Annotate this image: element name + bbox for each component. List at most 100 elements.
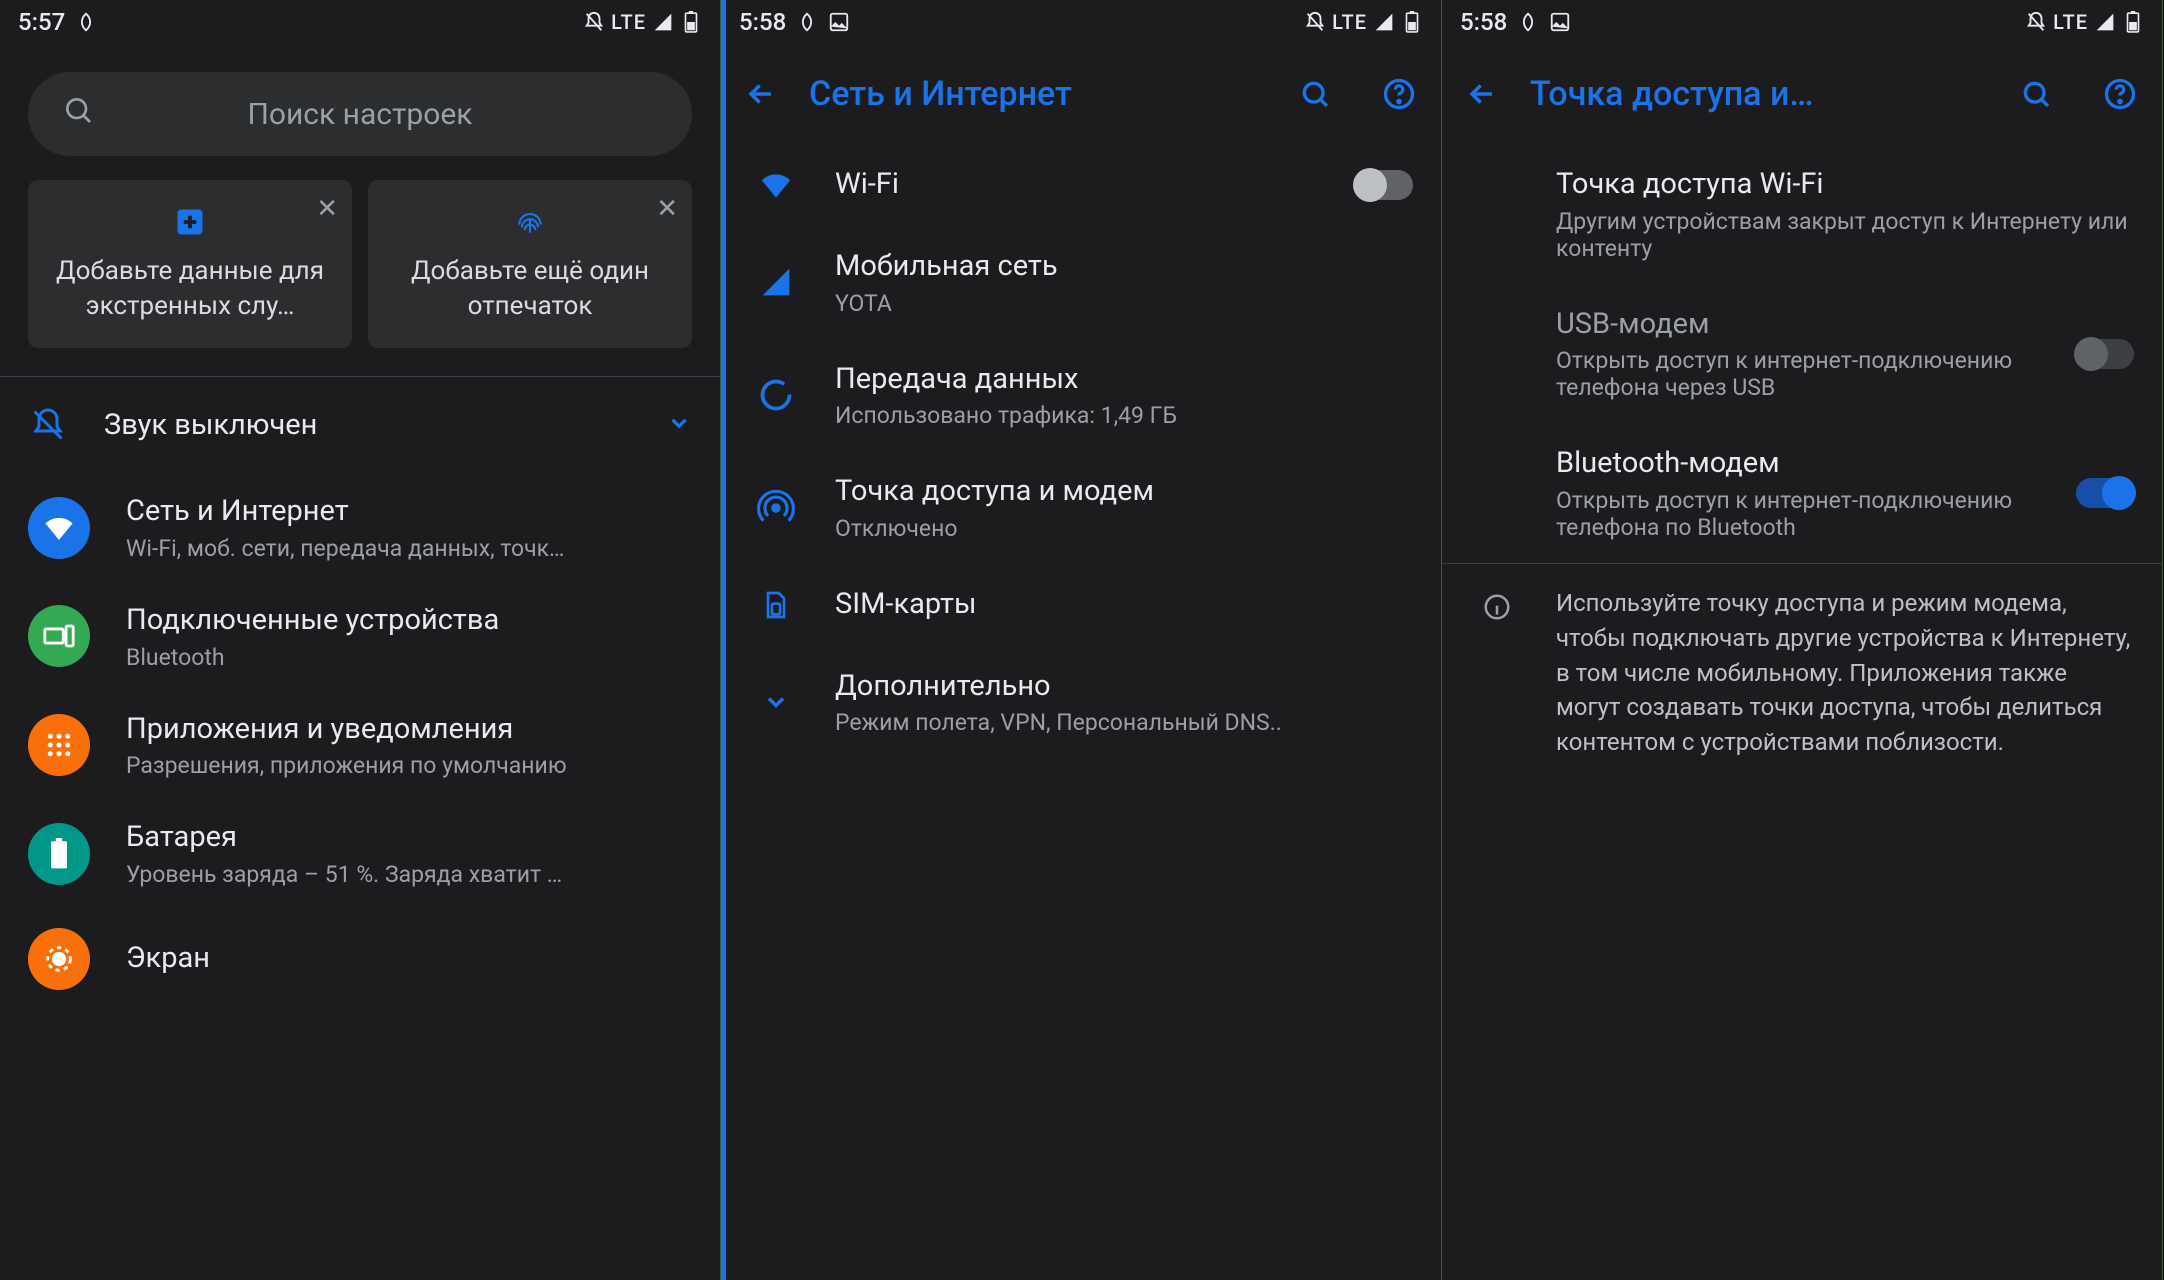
hotspot-settings-screen: 5:58 LTE Точка доступа и…	[1442, 0, 2163, 1280]
advanced-item[interactable]: Дополнительно Режим полета, VPN, Персона…	[721, 646, 1441, 759]
card-add-fingerprint[interactable]: ✕ Добавьте ещё один отпечаток	[368, 180, 692, 348]
status-bar: 5:57 LTE	[0, 0, 720, 44]
bell-off-icon	[28, 405, 68, 445]
item-title: Wi-Fi	[835, 166, 1331, 204]
item-title: Приложения и уведомления	[126, 711, 692, 749]
wifi-item[interactable]: Wi-Fi	[721, 144, 1441, 226]
sound-off-label: Звук выключен	[104, 408, 630, 442]
item-subtitle: YOTA	[835, 290, 1413, 317]
status-bar: 5:58 LTE	[721, 0, 1441, 44]
item-title: Bluetooth-модем	[1556, 445, 2052, 483]
help-button[interactable]	[1377, 72, 1421, 116]
data-usage-item[interactable]: Передача данных Использовано трафика: 1,…	[721, 339, 1441, 452]
mute-icon	[1304, 11, 1326, 33]
app-bar: Точка доступа и…	[1442, 44, 2162, 144]
search-button[interactable]	[1293, 72, 1337, 116]
sim-cards-item[interactable]: SIM-карты	[721, 564, 1441, 646]
item-subtitle: Открыть доступ к интернет-подключению те…	[1556, 487, 2052, 541]
image-icon	[1549, 11, 1571, 33]
item-title: Дополнительно	[835, 668, 1413, 706]
settings-item-connected-devices[interactable]: Подключенные устройства Bluetooth	[0, 582, 720, 691]
info-icon	[1462, 586, 1532, 622]
card-label: Добавьте данные для экстренных слу…	[44, 254, 336, 324]
signal-icon	[1373, 11, 1395, 33]
image-icon	[828, 11, 850, 33]
wifi-hotspot-item[interactable]: Точка доступа Wi-Fi Другим устройствам з…	[1442, 144, 2162, 284]
signal-icon	[2094, 11, 2116, 33]
page-title: Точка доступа и…	[1530, 74, 1974, 114]
status-time: 5:57	[18, 8, 65, 36]
apps-icon	[28, 714, 90, 776]
usb-tethering-item: USB-модем Открыть доступ к интернет-подк…	[1442, 284, 2162, 424]
network-type: LTE	[2053, 10, 2088, 34]
battery-icon	[680, 11, 702, 33]
search-button[interactable]	[2014, 72, 2058, 116]
settings-item-network[interactable]: Сеть и Интернет Wi-Fi, моб. сети, переда…	[0, 473, 720, 582]
network-type: LTE	[611, 10, 646, 34]
item-subtitle: Wi-Fi, моб. сети, передача данных, точк…	[126, 535, 686, 562]
chevron-down-icon	[666, 410, 692, 440]
item-title: Передача данных	[835, 361, 1413, 399]
devices-icon	[28, 605, 90, 667]
data-usage-icon	[741, 377, 811, 413]
item-title: Мобильная сеть	[835, 248, 1413, 286]
fingerprint-icon	[384, 204, 676, 240]
app-icon	[796, 11, 818, 33]
battery-icon	[2122, 11, 2144, 33]
item-subtitle: Разрешения, приложения по умолчанию	[126, 752, 686, 779]
usb-tethering-toggle	[2076, 339, 2134, 369]
battery-icon	[28, 823, 90, 885]
settings-main-screen: 5:57 LTE Поиск настроек ✕	[0, 0, 721, 1280]
status-time: 5:58	[1460, 8, 1507, 36]
sound-off-row[interactable]: Звук выключен	[0, 377, 720, 473]
app-bar: Сеть и Интернет	[721, 44, 1441, 144]
wifi-icon	[28, 497, 90, 559]
mute-icon	[2025, 11, 2047, 33]
plus-icon	[44, 204, 336, 240]
card-label: Добавьте ещё один отпечаток	[384, 254, 676, 324]
hotspot-item[interactable]: Точка доступа и модем Отключено	[721, 451, 1441, 564]
app-icon	[1517, 11, 1539, 33]
info-footer: Используйте точку доступа и режим модема…	[1442, 564, 2162, 782]
battery-icon	[1401, 11, 1423, 33]
item-title: SIM-карты	[835, 586, 1413, 624]
search-placeholder: Поиск настроек	[247, 97, 472, 132]
settings-item-apps[interactable]: Приложения и уведомления Разрешения, при…	[0, 691, 720, 800]
bluetooth-tethering-toggle[interactable]	[2076, 478, 2134, 508]
item-title: Сеть и Интернет	[126, 493, 692, 531]
item-title: Подключенные устройства	[126, 602, 692, 640]
back-button[interactable]	[741, 74, 781, 114]
status-time: 5:58	[739, 8, 786, 36]
item-subtitle: Режим полета, VPN, Персональный DNS..	[835, 709, 1413, 736]
item-title: Точка доступа Wi-Fi	[1556, 166, 2134, 204]
bluetooth-tethering-item[interactable]: Bluetooth-модем Открыть доступ к интерне…	[1442, 423, 2162, 563]
suggestion-cards: ✕ Добавьте данные для экстренных слу… ✕ …	[0, 180, 720, 348]
item-subtitle: Использовано трафика: 1,49 ГБ	[835, 402, 1413, 429]
sim-icon	[741, 587, 811, 623]
display-icon	[28, 928, 90, 990]
item-title: USB-модем	[1556, 306, 2052, 344]
mute-icon	[583, 11, 605, 33]
item-title: Батарея	[126, 819, 692, 857]
card-emergency-info[interactable]: ✕ Добавьте данные для экстренных слу…	[28, 180, 352, 348]
item-subtitle: Другим устройствам закрыт доступ к Интер…	[1556, 208, 2134, 262]
scroll-edge	[721, 0, 726, 1280]
settings-item-display[interactable]: Экран	[0, 908, 720, 1010]
mobile-network-item[interactable]: Мобильная сеть YOTA	[721, 226, 1441, 339]
status-bar: 5:58 LTE	[1442, 0, 2162, 44]
signal-icon	[652, 11, 674, 33]
wifi-toggle[interactable]	[1355, 170, 1413, 200]
help-button[interactable]	[2098, 72, 2142, 116]
hotspot-icon	[741, 489, 811, 527]
settings-item-battery[interactable]: Батарея Уровень заряда – 51 %. Заряда хв…	[0, 799, 720, 908]
back-button[interactable]	[1462, 74, 1502, 114]
close-icon[interactable]: ✕	[656, 192, 678, 227]
search-icon	[62, 94, 94, 134]
network-settings-screen: 5:58 LTE Сеть и Интернет	[721, 0, 1442, 1280]
info-text: Используйте точку доступа и режим модема…	[1556, 586, 2134, 760]
page-title: Сеть и Интернет	[809, 74, 1253, 114]
wifi-icon	[741, 166, 811, 204]
search-settings[interactable]: Поиск настроек	[28, 72, 692, 156]
close-icon[interactable]: ✕	[316, 192, 338, 227]
item-title: Экран	[126, 940, 692, 978]
